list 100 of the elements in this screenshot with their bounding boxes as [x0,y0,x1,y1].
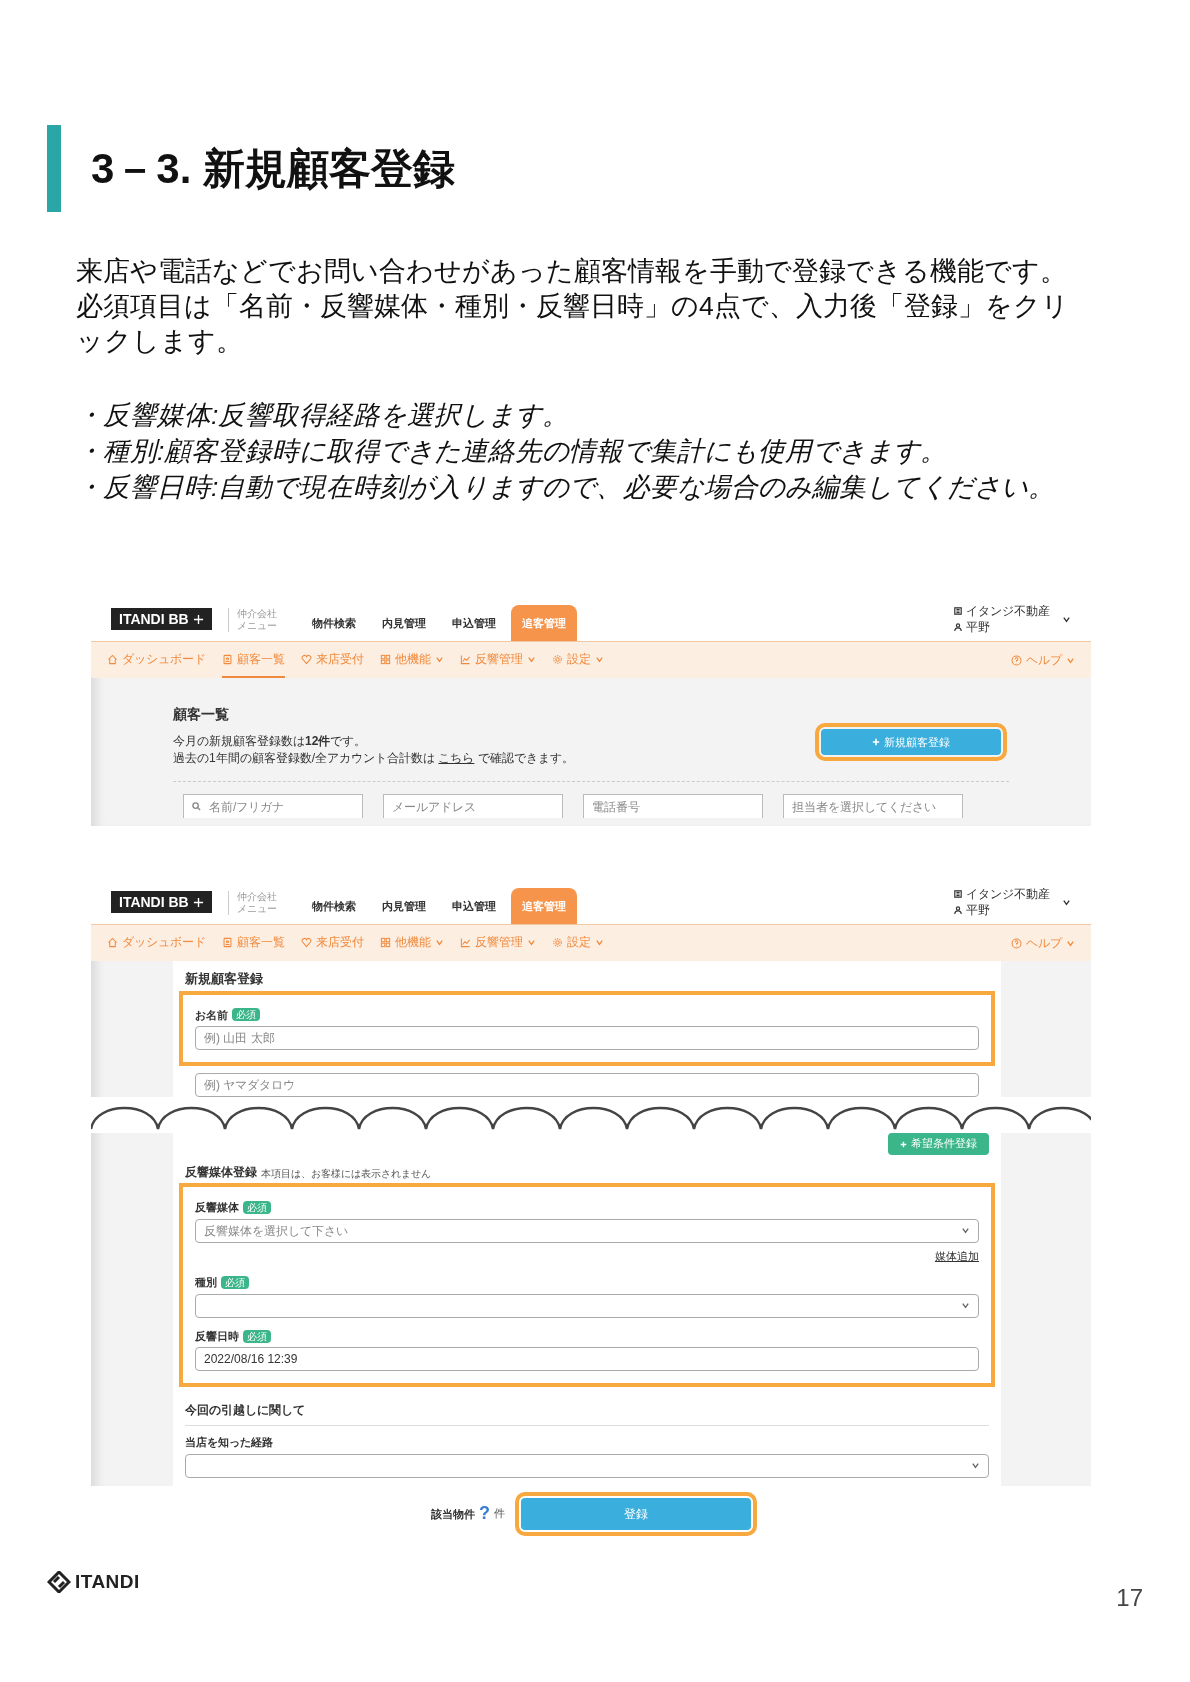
search-icon [192,802,201,811]
nav-tab[interactable]: 追客管理 [510,605,577,641]
subnav-item[interactable]: ダッシュボード [107,642,206,678]
required-badge: 必須 [232,1008,260,1022]
menu-label: 仲介会社 [236,608,277,620]
help-menu[interactable]: ヘルプ [1011,642,1075,678]
field-label: 反響媒体 [195,1200,239,1215]
id-card-icon [222,936,233,948]
app-logo: ITANDI BB [111,608,212,630]
bullet-item: ・反響媒体:反響取得経路を選択します。 [76,399,571,432]
subnav-item[interactable]: 設定 [552,925,604,961]
unit-text: 件 [494,1505,505,1521]
company-name: イタンジ不動産 [966,886,1050,902]
chevron-down-icon [971,1461,980,1471]
input-field[interactable]: 例) ヤマダタロウ [195,1073,979,1097]
section-title: 顧客一覧 [173,705,230,724]
chevron-down-icon [1066,938,1075,948]
input-field[interactable]: 2022/08/16 12:39 [195,1347,979,1372]
bullet-item: ・反響日時:自動で現在時刻が入りますので、必要な場合のみ編集してください。 [76,471,1057,504]
input-field[interactable]: 担当者を選択してください [783,794,963,818]
help-menu[interactable]: ヘルプ [1011,925,1075,961]
menu-label: メニュー [236,903,277,915]
section-note: 本項目は、お客様には表示されません [261,1167,431,1181]
chevron-down-icon [527,654,536,664]
company-name: イタンジ不動産 [966,603,1050,619]
chevron-down-icon [595,654,604,664]
count-text: ? [479,1502,490,1526]
intro-paragraph: 来店や電話などでお問い合わせがあった顧客情報を手動で登録できる機能です。必須項目は「名前・反響媒体・種別・反響日時」の4点で、入力後「登録」をクリックします。 [76,255,1070,358]
subnav-item[interactable]: ダッシュボード [107,925,206,961]
section-title: 反響媒体登録 [185,1164,257,1181]
chevron-down-icon [595,937,604,947]
required-badge: 必須 [243,1329,271,1343]
field-label: 反響日時 [195,1328,239,1344]
input-field[interactable]: 電話番号 [583,794,763,818]
plus-icon [192,896,204,908]
subnav-item[interactable]: 設定 [552,642,604,678]
chevron-down-icon [527,937,536,947]
page-heading: 3－3. 新規顧客登録 [91,144,456,194]
required-badge: 必須 [221,1276,249,1289]
field-label: 種別 [195,1275,217,1291]
diamond-icon [47,1571,71,1593]
house-icon [107,936,118,948]
select-field[interactable] [195,1293,979,1318]
select-field[interactable] [185,1453,989,1478]
heart-icon [301,653,312,665]
link[interactable]: こちら [438,751,475,765]
add-media-link[interactable]: 媒体追加 [935,1248,979,1265]
section-title: 今回の引越しに関して [185,1401,989,1427]
id-card-icon [222,653,233,665]
input-field[interactable]: メールアドレス [383,794,563,818]
chevron-down-icon [435,937,444,947]
user-name: 平野 [966,619,990,635]
chevron-down-icon [435,654,444,664]
condition-button[interactable]: 希望条件登録 [888,1133,989,1155]
nav-tab[interactable]: 追客管理 [510,888,577,924]
subnav-item[interactable]: 来店受付 [301,925,364,961]
heart-icon [301,936,312,948]
gear-icon [552,653,563,665]
chart-icon [460,653,471,665]
subnav-item[interactable]: 来店受付 [301,642,364,678]
help-icon [1011,937,1022,949]
subnav-item[interactable]: 顧客一覧 [222,642,285,678]
field-label: 当店を知った経路 [185,1435,273,1451]
person-icon [954,906,962,914]
gear-icon [552,936,563,948]
chevron-down-icon [961,1226,970,1235]
plus-icon [900,1140,907,1148]
building-icon [954,890,962,898]
field-label: お名前 [195,1007,228,1023]
footer-label: 該当物件 [431,1506,475,1522]
section-title: 新規顧客登録 [185,970,264,988]
page-number: 17 [1116,1583,1143,1614]
plus-icon [872,738,880,746]
chevron-down-icon [1062,614,1071,624]
company-logo: ITANDI [47,1567,140,1597]
search-field[interactable]: 名前/フリガナ [183,794,363,818]
subnav-item[interactable]: 他機能 [380,925,444,961]
notice-text: 今月の新規顧客登録数は12件です。 [173,733,368,750]
person-icon [954,623,962,631]
notice-text: 過去の1年間の顧客登録数/全アカウント合計数は こちら で確認できます。 [173,750,574,767]
house-icon [107,653,118,665]
user-name: 平野 [966,902,990,918]
bullet-item: ・種別:顧客登録時に取得できた連絡先の情報で集計にも使用できます。 [76,435,949,468]
grid-icon [380,936,391,948]
app-logo: ITANDI BB [111,891,212,913]
plus-icon [192,613,204,625]
chart-icon [460,936,471,948]
input-field[interactable]: 例) 山田 太郎 [195,1026,979,1050]
subnav-item[interactable]: 他機能 [380,642,444,678]
select-field[interactable]: 反響媒体を選択して下さい [195,1218,979,1243]
subnav-item[interactable]: 反響管理 [460,925,536,961]
building-icon [954,607,962,615]
menu-label: メニュー [236,620,277,632]
subnav-item[interactable]: 顧客一覧 [222,925,285,961]
chevron-down-icon [961,1301,970,1311]
subnav-item[interactable]: 反響管理 [460,642,536,678]
grid-icon [380,653,391,665]
chevron-down-icon [1066,655,1075,665]
required-badge: 必須 [243,1200,271,1214]
help-icon [1011,654,1022,666]
